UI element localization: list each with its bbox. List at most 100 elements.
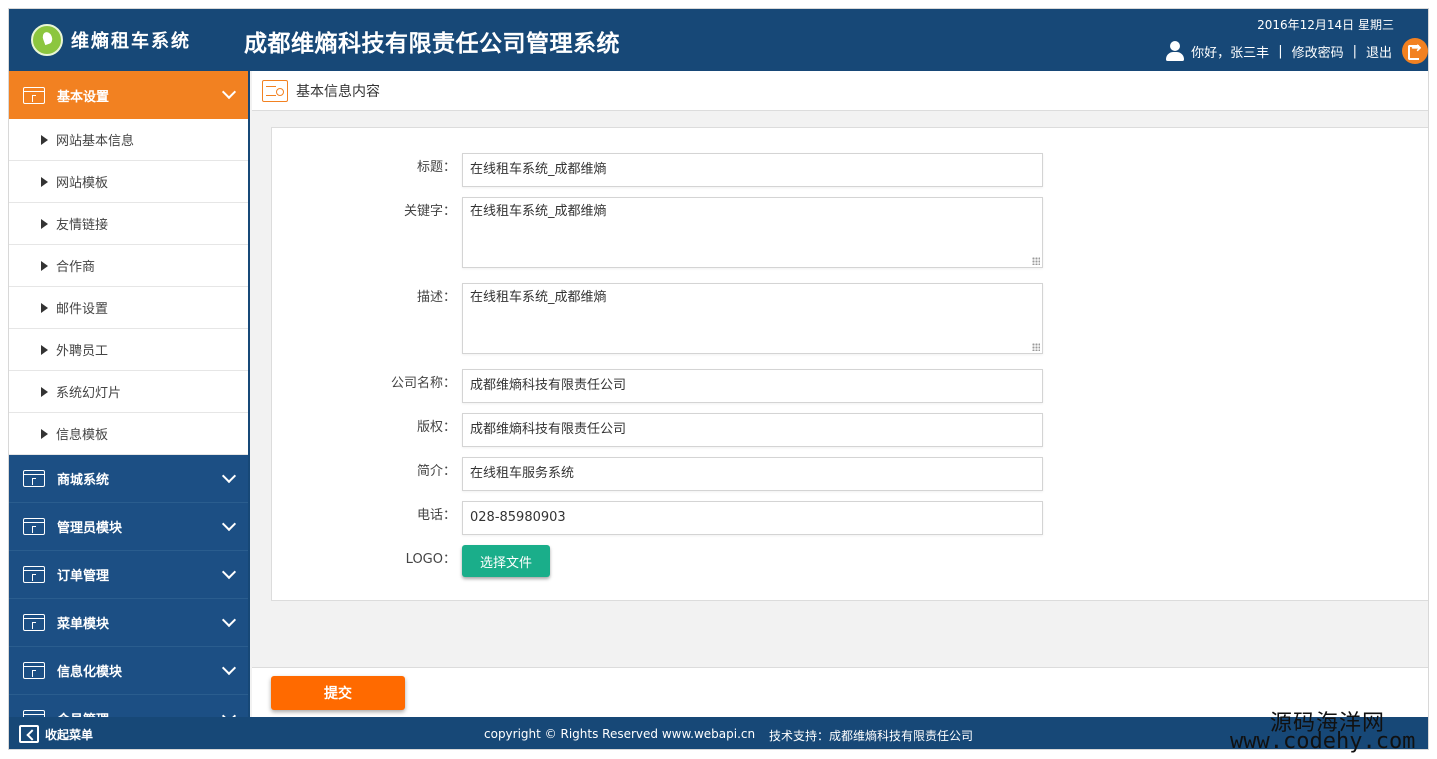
window-icon — [23, 662, 45, 679]
sidebar-item-info-template[interactable]: 信息模板 — [9, 413, 248, 455]
logout-icon[interactable] — [1402, 38, 1428, 64]
content-header: 基本信息内容 — [252, 71, 1428, 111]
sidebar-item-slideshow[interactable]: 系统幻灯片 — [9, 371, 248, 413]
form-row-phone: 电话： 028-85980903 — [272, 501, 1043, 535]
triangle-right-icon — [41, 218, 48, 229]
phone-input[interactable]: 028-85980903 — [462, 501, 1043, 535]
intro-input[interactable]: 在线租车服务系统 — [462, 457, 1043, 491]
logo-icon — [31, 24, 63, 56]
logo[interactable]: 维熵租车系统 — [31, 21, 191, 59]
copyright-text: copyright © Rights Reserved www.webapi.c… — [484, 727, 756, 741]
intro-label: 简介： — [416, 464, 456, 479]
sidebar-item-site-template[interactable]: 网站模板 — [9, 161, 248, 203]
sidebar-group-menu-module[interactable]: 菜单模块 — [9, 599, 248, 647]
logo-label: LOGO： — [405, 552, 456, 567]
description-value: 在线租车系统_成都维熵 — [470, 290, 607, 305]
watermark-line2: www.codehy.com — [1230, 729, 1416, 754]
resize-grip-icon[interactable] — [1032, 343, 1040, 351]
sidebar-item-label: 外聘员工 — [56, 344, 109, 359]
triangle-right-icon — [41, 386, 48, 397]
keywords-value: 在线租车系统_成都维熵 — [470, 204, 607, 219]
sidebar-item-label: 网站模板 — [56, 176, 109, 191]
sidebar-item-label: 合作商 — [56, 260, 96, 275]
sidebar-group-basic-settings[interactable]: 基本设置 — [9, 71, 248, 119]
form-row-title: 标题： 在线租车系统_成都维熵 — [272, 153, 1043, 187]
chevron-down-icon — [221, 660, 237, 676]
triangle-right-icon — [41, 176, 48, 187]
chevron-down-icon — [221, 516, 237, 532]
chevron-down-icon — [221, 612, 237, 628]
form-row-intro: 简介： 在线租车服务系统 — [272, 457, 1043, 491]
sidebar-group-label: 商城系统 — [57, 473, 110, 488]
user-bar: 你好，张三丰 | 修改密码 | 退出 — [1165, 38, 1428, 64]
sidebar-group-label: 管理员模块 — [57, 521, 123, 536]
form-row-company: 公司名称： 成都维熵科技有限责任公司 — [272, 369, 1043, 403]
sidebar-group-order-management[interactable]: 订单管理 — [9, 551, 248, 599]
window-icon — [23, 86, 45, 104]
sidebar-group-admin-module[interactable]: 管理员模块 — [9, 503, 248, 551]
triangle-right-icon — [41, 260, 48, 271]
sidebar-item-label: 邮件设置 — [56, 302, 109, 317]
description-textarea[interactable]: 在线租车系统_成都维熵 — [462, 283, 1043, 354]
sidebar-item-label: 网站基本信息 — [56, 134, 135, 149]
title-label: 标题： — [416, 160, 456, 175]
sidebar-group-informatization-module[interactable]: 信息化模块 — [9, 647, 248, 695]
keywords-textarea[interactable]: 在线租车系统_成都维熵 — [462, 197, 1043, 268]
triangle-right-icon — [41, 302, 48, 313]
window-icon — [23, 710, 45, 717]
support-text: 技术支持：成都维熵科技有限责任公司 — [769, 729, 974, 743]
sidebar-group-label: 基本设置 — [57, 89, 110, 105]
window-icon — [23, 566, 45, 583]
chevron-down-icon — [221, 84, 237, 100]
sidebar-group-label: 菜单模块 — [57, 617, 110, 632]
sidebar-group-label: 会员管理 — [57, 709, 109, 717]
logo-text: 维熵租车系统 — [71, 31, 191, 52]
sidebar-item-external-staff[interactable]: 外聘员工 — [9, 329, 248, 371]
date-display: 2016年12月14日 星期三 — [1257, 18, 1394, 32]
sidebar-group-label: 信息化模块 — [57, 665, 123, 680]
copyright-input[interactable]: 成都维熵科技有限责任公司 — [462, 413, 1043, 447]
window-icon — [23, 518, 45, 535]
document-search-icon — [262, 79, 288, 102]
top-header: 维熵租车系统 成都维熵科技有限责任公司管理系统 2016年12月14日 星期三 … — [9, 9, 1428, 71]
company-label: 公司名称： — [390, 376, 456, 391]
logout-link[interactable]: 退出 — [1366, 42, 1392, 61]
form-row-copyright: 版权： 成都维熵科技有限责任公司 — [272, 413, 1043, 447]
sidebar-group-member-management[interactable]: 会员管理 — [9, 695, 248, 717]
user-icon — [1165, 40, 1185, 62]
sidebar-group-mall-system[interactable]: 商城系统 — [9, 455, 248, 503]
company-input[interactable]: 成都维熵科技有限责任公司 — [462, 369, 1043, 403]
sidebar-item-mail-settings[interactable]: 邮件设置 — [9, 287, 248, 329]
sidebar: 基本设置 网站基本信息 网站模板 友情链接 合作商 邮件设置 外聘员工 系统幻灯… — [9, 71, 250, 717]
sidebar-item-partners[interactable]: 合作商 — [9, 245, 248, 287]
phone-label: 电话： — [416, 508, 456, 523]
keywords-label: 关键字： — [403, 204, 456, 219]
copyright-label: 版权： — [416, 420, 456, 435]
sidebar-item-label: 系统幻灯片 — [56, 386, 122, 401]
choose-file-button[interactable]: 选择文件 — [462, 545, 550, 577]
sidebar-item-label: 友情链接 — [56, 218, 109, 233]
window-icon — [23, 614, 45, 631]
collapse-icon — [19, 725, 39, 743]
triangle-right-icon — [41, 134, 48, 145]
chevron-down-icon — [221, 564, 237, 580]
chevron-down-icon — [221, 468, 237, 484]
submit-button[interactable]: 提交 — [271, 676, 405, 710]
change-password-link[interactable]: 修改密码 — [1292, 42, 1344, 61]
resize-grip-icon[interactable] — [1032, 257, 1040, 265]
sidebar-item-friend-links[interactable]: 友情链接 — [9, 203, 248, 245]
title-input[interactable]: 在线租车系统_成都维熵 — [462, 153, 1043, 187]
form-row-description: 描述： 在线租车系统_成都维熵 — [272, 283, 1043, 354]
form-panel: 标题： 在线租车系统_成都维熵 关键字： 在线租车系统_成都维熵 描述： 在线租… — [271, 127, 1428, 601]
sidebar-item-site-info[interactable]: 网站基本信息 — [9, 119, 248, 161]
form-row-logo: LOGO： 选择文件 — [272, 545, 550, 577]
description-label: 描述： — [416, 290, 456, 305]
sidebar-group-label: 订单管理 — [57, 569, 110, 584]
chevron-down-icon — [221, 708, 237, 717]
collapse-menu-label: 收起菜单 — [45, 727, 94, 742]
user-greeting: 你好，张三丰 — [1191, 45, 1270, 61]
window-icon — [23, 470, 45, 487]
watermark: 源码海洋网 www.codehy.com — [1230, 705, 1437, 759]
page-title: 基本信息内容 — [296, 83, 380, 100]
collapse-menu-button[interactable]: 收起菜单 — [19, 725, 93, 743]
